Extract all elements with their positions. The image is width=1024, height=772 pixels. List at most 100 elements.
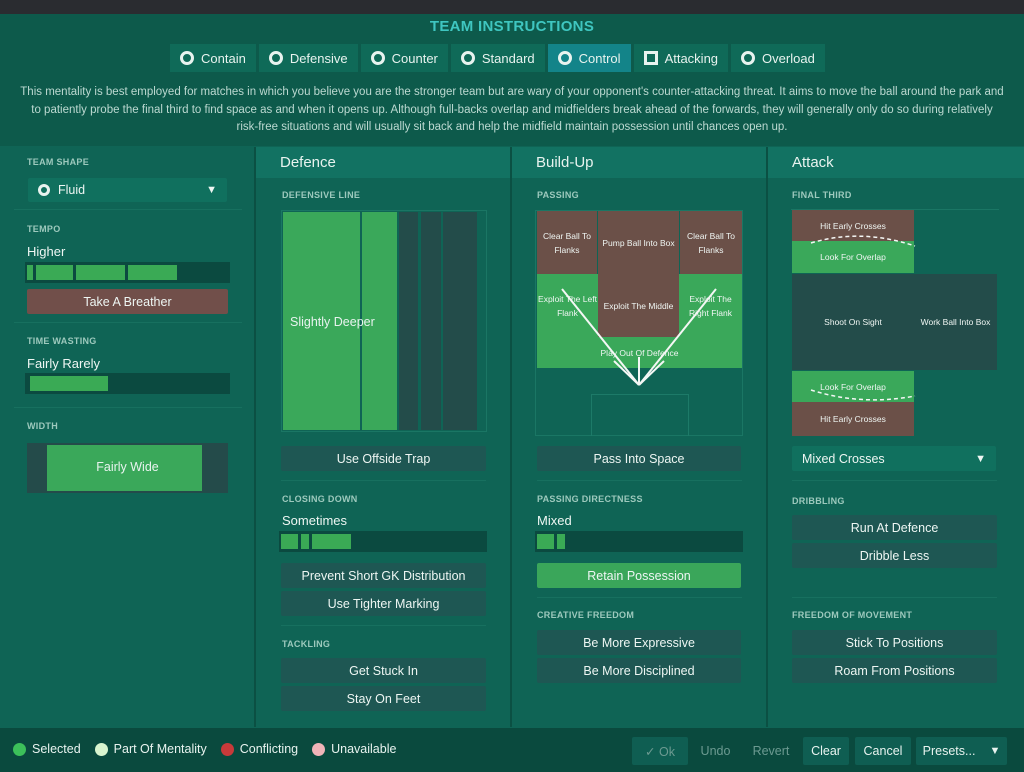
defence-heading: Defence [256, 147, 510, 178]
tab-label: Attacking [664, 50, 719, 66]
shield-icon [268, 51, 283, 65]
segment-divider [711, 531, 714, 552]
retain-possession-button[interactable]: Retain Possession [537, 563, 741, 588]
be-more-disciplined-button[interactable]: Be More Disciplined [537, 658, 741, 683]
stay-on-feet-button[interactable]: Stay On Feet [281, 686, 486, 711]
segment-divider [177, 262, 180, 283]
counter-icon [370, 51, 385, 65]
arrow-left-flank [561, 288, 640, 386]
chevron-down-icon: ▼ [206, 184, 217, 196]
dribble-less-button[interactable]: Dribble Less [792, 543, 997, 568]
closing-down-slider[interactable] [279, 531, 487, 552]
ok-button[interactable]: ✓ Ok [632, 737, 688, 765]
segment-divider [565, 531, 568, 552]
revert-button[interactable]: Revert [744, 737, 798, 765]
tab-contain[interactable]: Contain [170, 44, 256, 72]
closing-down-fill [281, 534, 352, 549]
width-selector[interactable]: Fairly Wide [27, 443, 228, 493]
take-a-breather-button[interactable]: Take A Breather [27, 289, 228, 314]
defensive-line-label: DEFENSIVE LINE [282, 190, 361, 200]
arrow-right-flank [638, 288, 717, 386]
line-option[interactable] [399, 212, 418, 430]
time-wasting-fill [30, 376, 108, 391]
defensive-line-selector[interactable]: Slightly Deeper [281, 210, 487, 432]
divider [792, 480, 997, 481]
tab-label: Contain [201, 50, 246, 66]
offside-trap-button[interactable]: Use Offside Trap [281, 446, 486, 471]
time-wasting-value: Fairly Rarely [27, 356, 100, 371]
undo-button[interactable]: Undo [691, 737, 740, 765]
arrow-short [613, 360, 640, 386]
legend-part-of-mentality: Part Of Mentality [94, 742, 207, 756]
tackling-label: TACKLING [282, 639, 331, 649]
attacking-arrow-icon [643, 51, 658, 65]
legend-label: Unavailable [331, 742, 397, 756]
attack-heading: Attack [768, 147, 1024, 178]
segment-divider [309, 531, 312, 552]
page-title: TEAM INSTRUCTIONS [429, 18, 595, 35]
selected-dot-icon [13, 742, 26, 756]
tempo-slider[interactable] [25, 262, 230, 283]
crossing-value: Mixed Crosses [802, 451, 885, 466]
tab-label: Overload [762, 50, 815, 66]
tab-defensive[interactable]: Defensive [258, 44, 358, 72]
line-option[interactable] [443, 212, 477, 430]
legend: Selected Part Of Mentality Conflicting U… [13, 742, 396, 756]
roam-from-positions-button[interactable]: Roam From Positions [792, 658, 997, 683]
divider [537, 480, 742, 481]
tab-label: Defensive [289, 50, 348, 66]
be-more-expressive-button[interactable]: Be More Expressive [537, 630, 741, 655]
arrow-short [638, 360, 665, 386]
mentality-description: This mentality is best employed for matc… [20, 86, 1004, 133]
presets-button[interactable]: Presets... ▼ [916, 737, 1007, 765]
run-at-defence-button[interactable]: Run At Defence [792, 515, 997, 540]
crossing-dropdown[interactable]: Mixed Crosses ▼ [792, 446, 996, 471]
mentality-tabs: Contain Defensive Counter Standard Contr… [170, 44, 825, 72]
passing-directness-slider[interactable] [535, 531, 743, 552]
segment-divider [455, 531, 458, 552]
legend-conflicting: Conflicting [220, 742, 299, 756]
divider [537, 597, 742, 598]
column-divider [254, 147, 256, 727]
legend-label: Conflicting [239, 742, 299, 756]
pass-into-space-button[interactable]: Pass Into Space [537, 446, 741, 471]
divider [281, 625, 486, 626]
passing-pitch: Clear Ball To Flanks Pump Ball Into Box … [535, 210, 743, 436]
segment-divider [298, 531, 301, 552]
tab-standard[interactable]: Standard [450, 44, 545, 72]
team-shape-dropdown[interactable]: Fluid ▼ [28, 178, 227, 202]
time-wasting-label: TIME WASTING [27, 336, 97, 346]
passing-label: PASSING [537, 190, 579, 200]
time-wasting-slider[interactable] [25, 373, 230, 394]
column-divider [510, 147, 512, 727]
control-icon [557, 51, 572, 65]
tab-overload[interactable]: Overload [731, 44, 825, 72]
contain-icon [180, 51, 194, 65]
cancel-button[interactable]: Cancel [855, 737, 911, 765]
tab-label: Standard [481, 50, 535, 66]
clear-button[interactable]: Clear [803, 737, 849, 765]
tighter-marking-button[interactable]: Use Tighter Marking [281, 591, 486, 616]
tab-control[interactable]: Control [547, 44, 631, 72]
team-shape-value: Fluid [58, 183, 86, 197]
divider [792, 597, 997, 598]
passing-directness-fill [537, 534, 567, 549]
tab-attacking[interactable]: Attacking [633, 44, 729, 72]
passing-arrows [561, 288, 717, 386]
divider [14, 209, 242, 210]
get-stuck-in-button[interactable]: Get Stuck In [281, 658, 486, 683]
segment-divider [554, 531, 557, 552]
width-value: Fairly Wide [96, 460, 159, 474]
stick-to-positions-button[interactable]: Stick To Positions [792, 630, 997, 655]
final-third-label: FINAL THIRD [792, 190, 852, 200]
mentality-dot-icon [94, 742, 108, 756]
prevent-gk-distribution-button[interactable]: Prevent Short GK Distribution [281, 563, 486, 588]
buildup-heading: Build-Up [512, 147, 766, 178]
line-option[interactable] [421, 212, 441, 430]
legend-label: Selected [32, 742, 81, 756]
defensive-line-value: Slightly Deeper [290, 315, 375, 329]
dribbling-label: DRIBBLING [792, 496, 845, 506]
closing-down-label: CLOSING DOWN [282, 494, 358, 504]
tab-counter[interactable]: Counter [360, 44, 448, 72]
final-third-pitch: Hit Early Crosses Look For Overlap Shoot… [791, 209, 999, 436]
